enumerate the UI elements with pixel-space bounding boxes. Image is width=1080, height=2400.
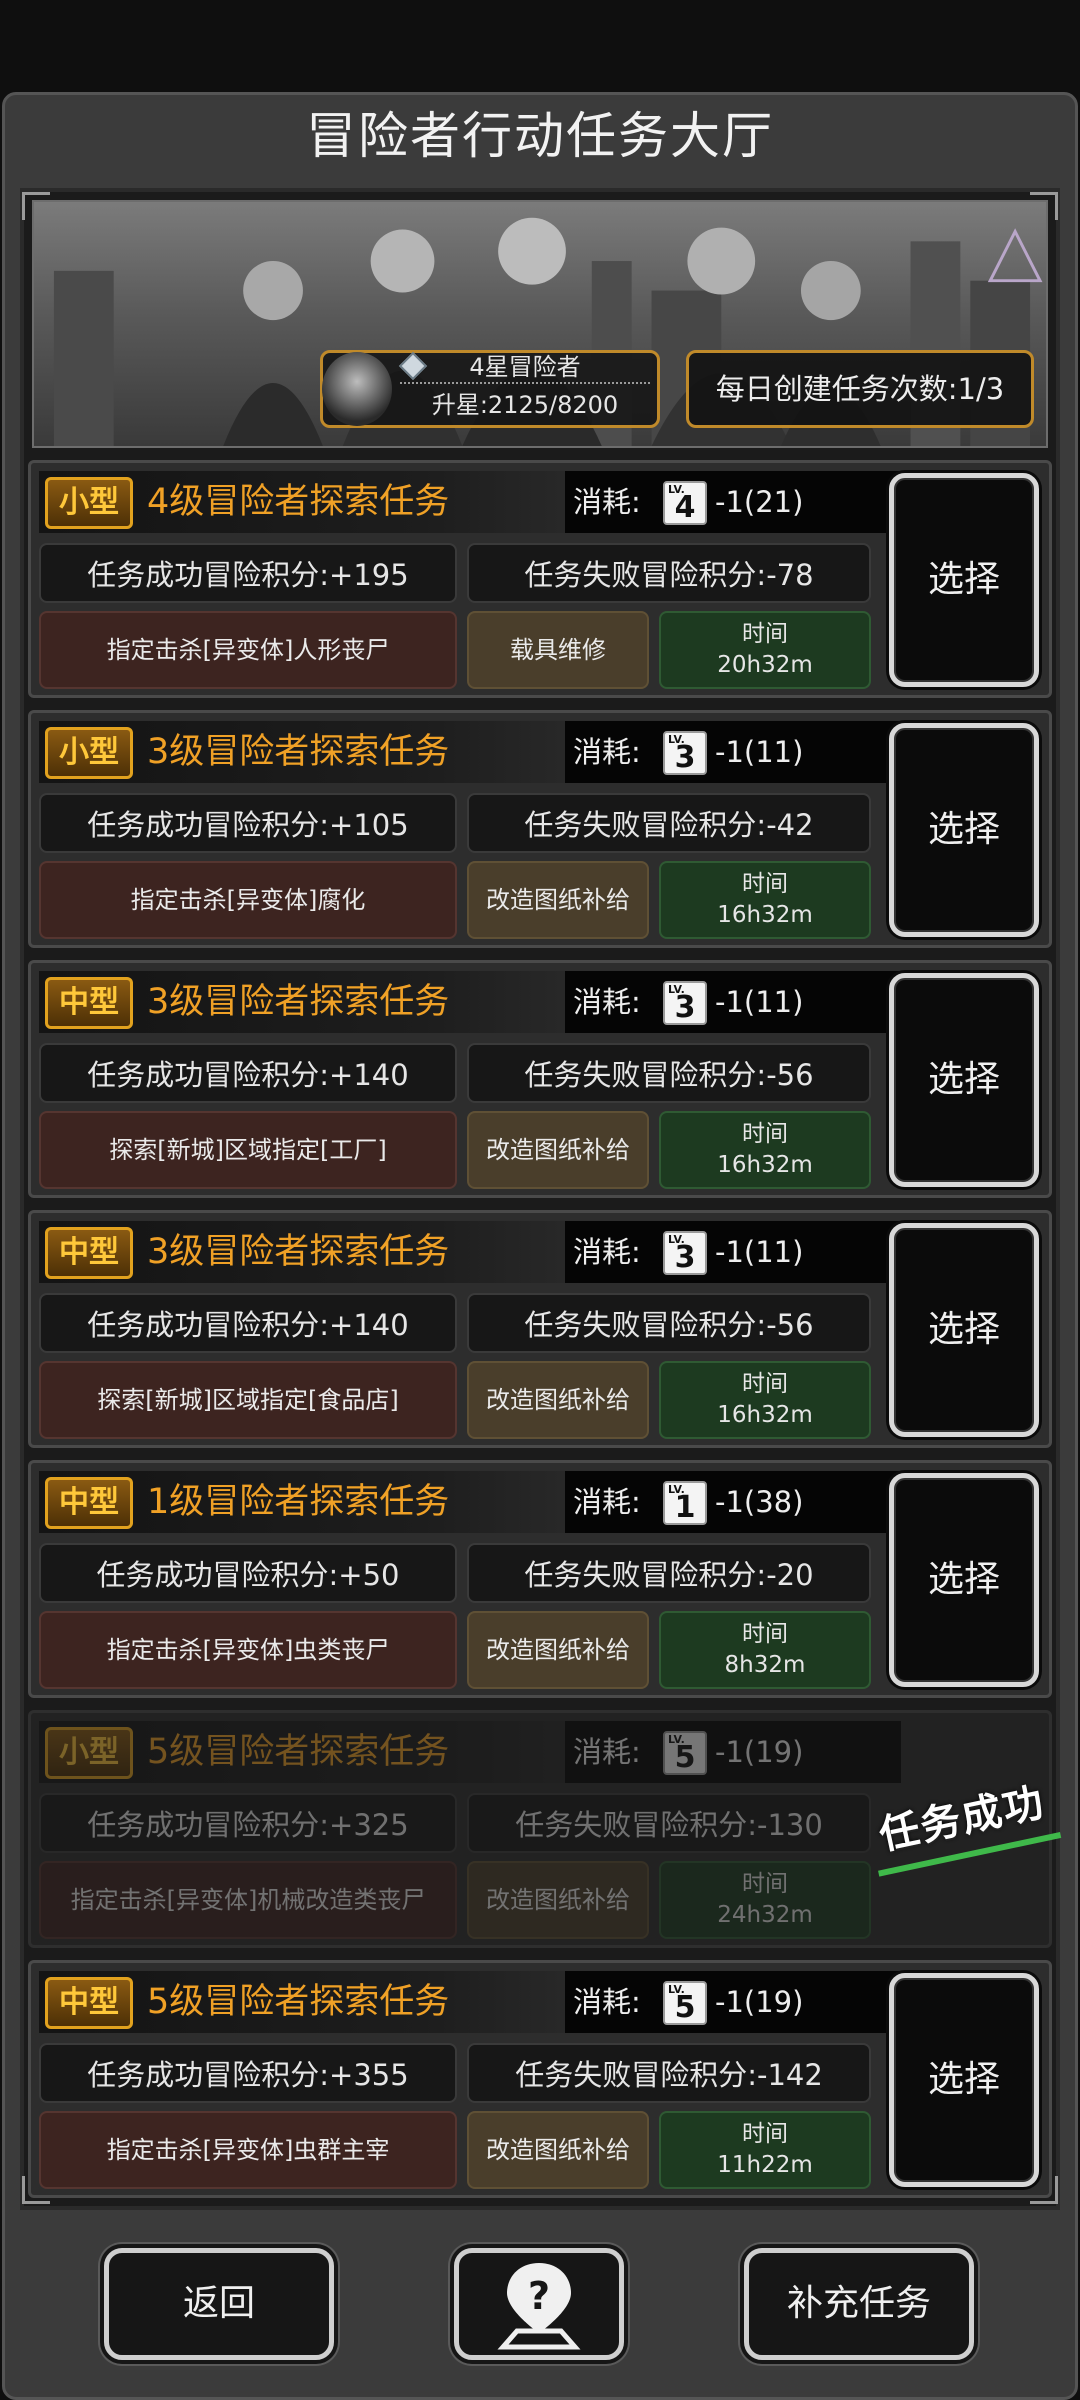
task-card: 中型 3级冒险者探索任务 消耗: LV. 3 -1(11) 任务成功冒险积分:+1…	[28, 960, 1052, 1198]
back-button[interactable]: 返回	[104, 2248, 334, 2360]
fail-points: 任务失败冒险积分:-56	[467, 1043, 871, 1103]
cost-label: 消耗:	[573, 1985, 641, 2019]
level-card-icon: LV. 3	[663, 981, 707, 1025]
task-name: 3级冒险者探索任务	[147, 1232, 450, 1272]
task-card: 中型 3级冒险者探索任务 消耗: LV. 3 -1(11) 任务成功冒险积分:+1…	[28, 1210, 1052, 1448]
task-target: 指定击杀[异变体]腐化	[39, 861, 457, 939]
rank-title: 4星冒险者	[400, 350, 650, 384]
page-title: 冒险者行动任务大厅	[306, 107, 774, 165]
cost-value: -1(21)	[715, 485, 804, 519]
task-name: 3级冒险者探索任务	[147, 982, 450, 1022]
task-size-badge: 中型	[45, 1227, 133, 1279]
task-reward: 改造图纸补给	[467, 1111, 649, 1189]
task-time: 时间 16h32m	[659, 1361, 871, 1439]
cost-label: 消耗:	[573, 1485, 641, 1519]
success-points: 任务成功冒险积分:+355	[39, 2043, 457, 2103]
level-card-icon: LV. 3	[663, 1231, 707, 1275]
task-target: 探索[新城]区域指定[工厂]	[39, 1111, 457, 1189]
task-card: 小型 4级冒险者探索任务 消耗: LV. 4 -1(21) 任务成功冒险积分:+1…	[28, 460, 1052, 698]
cost-value: -1(11)	[715, 985, 804, 1019]
task-size-badge: 中型	[45, 977, 133, 1029]
daily-create-counter: 每日创建任务次数:1/3	[686, 350, 1034, 428]
cost-value: -1(11)	[715, 1235, 804, 1269]
task-reward: 改造图纸补给	[467, 1861, 649, 1939]
fail-points: 任务失败冒险积分:-42	[467, 793, 871, 853]
level-card-icon: LV. 3	[663, 731, 707, 775]
task-target: 指定击杀[异变体]虫类丧尸	[39, 1611, 457, 1689]
fail-points: 任务失败冒险积分:-56	[467, 1293, 871, 1353]
help-button[interactable]: ?	[454, 2248, 624, 2360]
cost-value: -1(19)	[715, 1735, 804, 1769]
refill-tasks-button[interactable]: 补充任务	[744, 2248, 974, 2360]
task-name: 5级冒险者探索任务	[147, 1982, 450, 2022]
select-button[interactable]: 选择	[889, 1973, 1039, 2187]
cost-label: 消耗:	[573, 985, 641, 1019]
task-reward: 改造图纸补给	[467, 2111, 649, 2189]
cost-label: 消耗:	[573, 1235, 641, 1269]
task-reward: 改造图纸补给	[467, 1611, 649, 1689]
task-time: 时间 11h22m	[659, 2111, 871, 2189]
cost-label: 消耗:	[573, 485, 641, 519]
task-time: 时间 20h32m	[659, 611, 871, 689]
task-time: 时间 16h32m	[659, 861, 871, 939]
cost-value: -1(38)	[715, 1485, 804, 1519]
cost-value: -1(11)	[715, 735, 804, 769]
task-time: 时间 24h32m	[659, 1861, 871, 1939]
select-button[interactable]: 选择	[889, 473, 1039, 687]
rank-progress: 升星:2125/8200	[431, 391, 619, 419]
level-card-icon: LV. 5	[663, 1981, 707, 2025]
select-button[interactable]: 选择	[889, 973, 1039, 1187]
task-name: 1级冒险者探索任务	[147, 1482, 450, 1522]
success-points: 任务成功冒险积分:+50	[39, 1543, 457, 1603]
task-card: 中型 5级冒险者探索任务 消耗: LV. 5 -1(19) 任务成功冒险积分:+3…	[28, 1960, 1052, 2198]
task-target: 指定击杀[异变体]虫群主宰	[39, 2111, 457, 2189]
task-size-badge: 中型	[45, 1977, 133, 2029]
fail-points: 任务失败冒险积分:-142	[467, 2043, 871, 2103]
task-name: 5级冒险者探索任务	[147, 1732, 450, 1772]
avatar[interactable]	[322, 352, 392, 426]
task-name: 3级冒险者探索任务	[147, 732, 450, 772]
success-points: 任务成功冒险积分:+105	[39, 793, 457, 853]
task-size-badge: 小型	[45, 477, 133, 529]
success-points: 任务成功冒险积分:+140	[39, 1293, 457, 1353]
task-size-badge: 中型	[45, 1477, 133, 1529]
level-card-icon: LV. 4	[663, 481, 707, 525]
task-size-badge: 小型	[45, 727, 133, 779]
task-time: 时间 8h32m	[659, 1611, 871, 1689]
task-reward: 改造图纸补给	[467, 1361, 649, 1439]
select-button[interactable]: 选择	[889, 1473, 1039, 1687]
task-card: 中型 1级冒险者探索任务 消耗: LV. 1 -1(38) 任务成功冒险积分:+5…	[28, 1460, 1052, 1698]
select-button[interactable]: 选择	[889, 723, 1039, 937]
cost-label: 消耗:	[573, 735, 641, 769]
level-card-icon: LV. 5	[663, 1731, 707, 1775]
task-name: 4级冒险者探索任务	[147, 482, 450, 522]
svg-text:?: ?	[528, 2274, 550, 2318]
task-size-badge: 小型	[45, 1727, 133, 1779]
task-card: 小型 3级冒险者探索任务 消耗: LV. 3 -1(11) 任务成功冒险积分:+1…	[28, 710, 1052, 948]
task-target: 指定击杀[异变体]机械改造类丧尸	[39, 1861, 457, 1939]
task-target: 指定击杀[异变体]人形丧尸	[39, 611, 457, 689]
success-points: 任务成功冒险积分:+140	[39, 1043, 457, 1103]
cost-value: -1(19)	[715, 1985, 804, 2019]
select-button[interactable]: 选择	[889, 1223, 1039, 1437]
level-card-icon: LV. 1	[663, 1481, 707, 1525]
task-reward: 改造图纸补给	[467, 861, 649, 939]
fail-points: 任务失败冒险积分:-78	[467, 543, 871, 603]
cost-label: 消耗:	[573, 1735, 641, 1769]
fail-points: 任务失败冒险积分:-130	[467, 1793, 871, 1853]
success-points: 任务成功冒险积分:+325	[39, 1793, 457, 1853]
success-points: 任务成功冒险积分:+195	[39, 543, 457, 603]
question-map-pin-icon: ?	[497, 2263, 581, 2350]
task-time: 时间 16h32m	[659, 1111, 871, 1189]
fail-points: 任务失败冒险积分:-20	[467, 1543, 871, 1603]
task-reward: 载具维修	[467, 611, 649, 689]
task-target: 探索[新城]区域指定[食品店]	[39, 1361, 457, 1439]
